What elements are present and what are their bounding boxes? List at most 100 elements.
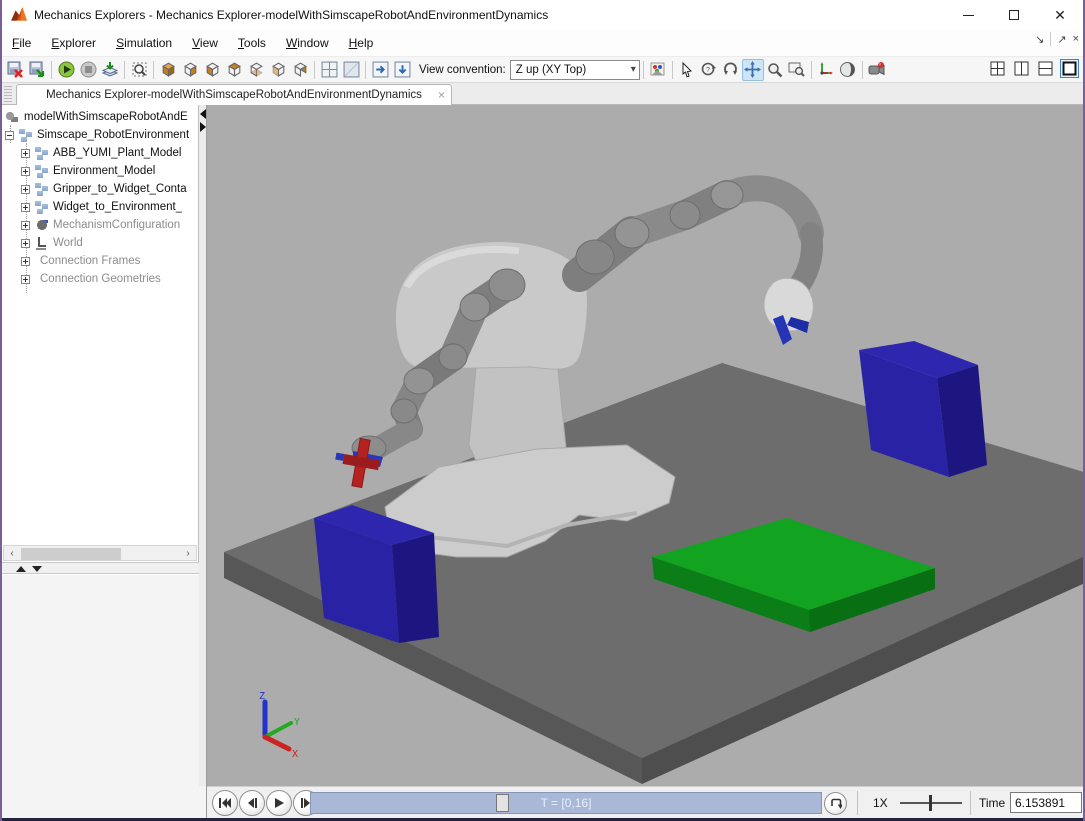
step-back-icon [246,797,258,809]
tree-item-gripper-to-widget[interactable]: Gripper_to_Widget_Conta [2,180,198,198]
scroll-right-icon[interactable]: › [180,546,196,560]
step-back-button[interactable] [239,790,265,816]
zoom-region-button[interactable] [786,59,808,81]
layout-two-horizontal-button[interactable] [1036,59,1055,78]
playback-bar: T = [0,16] 1X Time [207,786,1085,818]
zoom-button[interactable] [764,59,786,81]
undock-icon[interactable]: ↗ [1057,33,1066,46]
horizontal-splitter[interactable] [2,562,199,574]
visual-settings-button[interactable] [647,59,669,81]
select-cursor-button[interactable] [676,59,698,81]
layout-quad-button[interactable] [988,59,1007,78]
expand-icon[interactable] [21,275,30,284]
menu-explorer[interactable]: Explorer [41,32,106,54]
tree-item-abb-yumi-plant-model[interactable]: ABB_YUMI_Plant_Model [2,144,198,162]
tree-item-mechanism-configuration[interactable]: MechanismConfiguration [2,216,198,234]
splitter-collapse-left-icon[interactable] [200,109,206,119]
layout-single-button[interactable] [1060,59,1079,78]
close-button[interactable]: ✕ [1037,0,1083,30]
layout-two-vertical-button[interactable] [1012,59,1031,78]
properties-panel-empty [2,574,199,786]
expand-icon[interactable] [21,257,30,266]
expand-icon[interactable] [21,203,30,212]
stop-button[interactable] [77,59,99,81]
view-isometric-button[interactable] [157,59,179,81]
frame-axes-button[interactable] [815,59,837,81]
view-front-button[interactable] [179,59,201,81]
maximize-button[interactable] [991,0,1037,30]
panel-close-icon[interactable]: × [1073,33,1079,45]
single-pane-view-button[interactable] [340,59,362,81]
pane-down-button[interactable] [391,59,413,81]
loop-playback-button[interactable] [824,792,847,815]
vertical-splitter[interactable] [199,105,207,786]
svg-text:?: ? [706,67,710,74]
save-as-button[interactable] [26,59,48,81]
time-field-label: Time [979,796,1005,810]
divider [153,61,154,79]
save-configuration-button[interactable] [4,59,26,81]
splitter-collapse-right-icon[interactable] [200,122,206,132]
menu-bar: File Explorer Simulation View Tools Wind… [2,30,1083,57]
expand-icon[interactable] [21,239,30,248]
tree-item-root[interactable]: modelWithSimscapeRobotAndE [2,108,198,126]
roll-view-button[interactable] [720,59,742,81]
pan-button[interactable] [742,59,764,81]
go-to-start-button[interactable] [212,790,238,816]
tree-horizontal-scrollbar[interactable]: ‹ › [3,545,197,561]
pane-forward-button[interactable] [369,59,391,81]
view-right-button[interactable] [289,59,311,81]
time-input[interactable] [1010,792,1082,813]
time-slider[interactable]: T = [0,16] [310,792,822,814]
expand-icon[interactable] [21,149,30,158]
scene-sphere-button[interactable] [837,59,859,81]
dock-icon[interactable]: ↘ [1035,33,1044,46]
minimize-icon [963,15,974,16]
divider [1050,32,1051,46]
menu-file[interactable]: File [2,32,41,54]
minimize-button[interactable] [945,0,991,30]
play-icon [274,797,285,809]
tree-item-connection-geometries[interactable]: Connection Geometries [2,270,198,288]
viewport-3d[interactable]: Z Y X [207,105,1085,786]
view-left-button[interactable] [267,59,289,81]
tree-item-label: World [53,237,83,249]
zoom-to-fit-button[interactable] [128,59,150,81]
collapse-icon[interactable] [5,131,14,140]
scroll-left-icon[interactable]: ‹ [4,546,20,560]
tree-item-environment-model[interactable]: Environment_Model [2,162,198,180]
tree-item-widget-to-environment[interactable]: Widget_to_Environment_ [2,198,198,216]
menu-help[interactable]: Help [339,32,384,54]
splitter-collapse-down-icon[interactable] [32,566,42,572]
tree-item-simscape-robotenvironment[interactable]: Simscape_RobotEnvironment [2,126,198,144]
play-pause-button[interactable] [266,790,292,816]
view-convention-dropdown[interactable]: Z up (XY Top) ▾ [510,60,640,80]
view-back-button[interactable] [201,59,223,81]
expand-icon[interactable] [21,167,30,176]
view-bottom-button[interactable] [245,59,267,81]
play-button[interactable] [55,59,77,81]
menu-tools[interactable]: Tools [228,32,276,54]
speed-slider-thumb[interactable] [929,795,932,811]
record-animation-button[interactable] [99,59,121,81]
expand-icon[interactable] [21,221,30,230]
tab-mechanics-explorer[interactable]: Mechanics Explorer-modelWithSimscapeRobo… [16,84,452,105]
tab-close-icon[interactable]: × [438,88,445,102]
expand-icon[interactable] [21,185,30,194]
time-slider-thumb[interactable] [496,794,509,812]
tab-grip[interactable] [4,86,12,102]
divider [862,61,863,79]
menu-simulation[interactable]: Simulation [106,32,182,54]
close-icon: ✕ [1054,10,1066,20]
tree-item-world[interactable]: World [2,234,198,252]
four-pane-view-button[interactable] [318,59,340,81]
video-export-button[interactable] [866,59,888,81]
view-top-button[interactable] [223,59,245,81]
menu-view[interactable]: View [182,32,228,54]
rotate-orbit-button[interactable]: ? [698,59,720,81]
menu-window[interactable]: Window [276,32,339,54]
speed-slider[interactable] [900,802,962,804]
splitter-collapse-up-icon[interactable] [16,566,26,572]
tree-item-connection-frames[interactable]: Connection Frames [2,252,198,270]
scrollbar-thumb[interactable] [21,548,121,560]
